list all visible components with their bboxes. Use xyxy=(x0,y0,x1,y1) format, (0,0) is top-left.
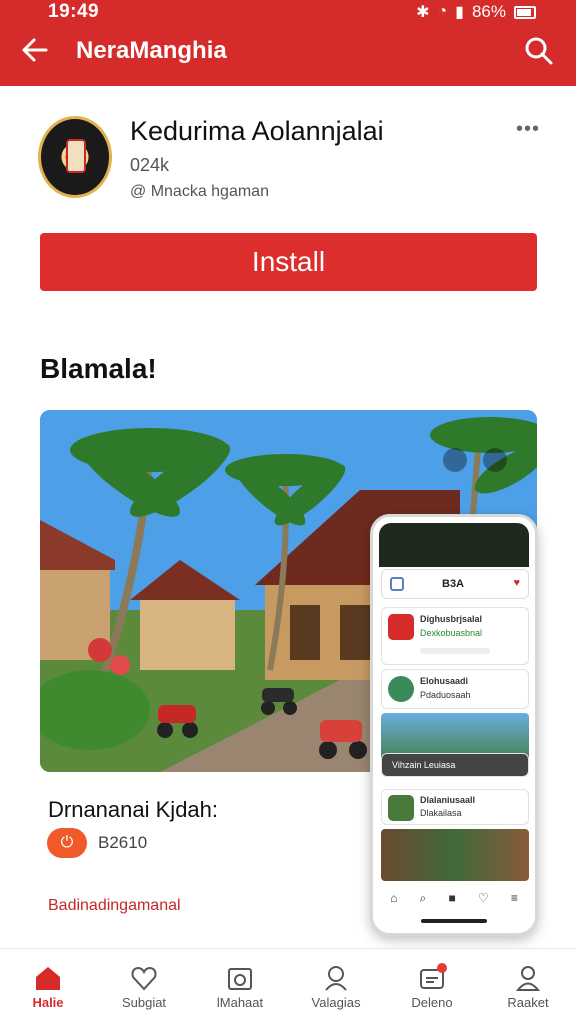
nav-item-raaket[interactable]: Raaket xyxy=(480,949,576,1024)
phone-tab-heart-icon: ♥ xyxy=(513,577,520,589)
phone-bottom-nav: ⌂ ⌕ ■ ♡ ≡ xyxy=(379,883,529,913)
phone-search-icon: ⌕ xyxy=(419,890,427,905)
nav-label: Subgiat xyxy=(121,995,167,1010)
nav-item-valagias[interactable]: Valagias xyxy=(288,949,384,1024)
home-icon xyxy=(36,967,60,990)
phone-list-item: Elohusaadi Pdaduosaah xyxy=(381,669,529,709)
arrow-left-icon xyxy=(22,38,48,62)
phone-home-indicator xyxy=(421,919,487,923)
app-developer[interactable]: @ Mnacka hgaman xyxy=(130,183,269,201)
install-button[interactable]: Install xyxy=(40,233,537,291)
notification-dot xyxy=(436,963,447,973)
phone-preview: B3A ♥ Dighusbrjsalal Dexkobuasbnal Elohu… xyxy=(370,514,538,936)
phone-list-item: Dighusbrjsalal Dexkobuasbnal xyxy=(381,607,529,665)
phone-item-subtitle: Dexkobuasbnal xyxy=(420,628,483,638)
status-icons: ✱ ◔ ▮ 86% xyxy=(416,2,536,22)
phone-list-item: Dlalaniusaall Dlakailasa xyxy=(381,789,529,825)
details-link[interactable]: Badinadingamanal xyxy=(48,897,181,915)
search-icon xyxy=(525,37,553,65)
nav-label: Raaket xyxy=(507,995,549,1010)
phone-item-subtitle: Dlakailasa xyxy=(420,808,462,818)
phone-menu-icon: ≡ xyxy=(510,891,518,905)
app-logo xyxy=(38,116,112,198)
phone-item-title: Vihzain Leuiasa xyxy=(392,760,456,770)
signal-icon: ▮ xyxy=(455,4,464,21)
battery-icon xyxy=(514,5,536,19)
nav-item-home[interactable]: Halie xyxy=(0,949,96,1024)
heart-icon xyxy=(131,966,157,991)
nav-label: Deleno xyxy=(411,995,453,1010)
phone-tab-icon xyxy=(390,577,404,591)
camera-icon xyxy=(228,968,252,990)
more-options-icon[interactable]: ••• xyxy=(516,118,540,141)
details-title: Drnananai Kjdah: xyxy=(48,797,219,822)
phone-list-item: Vihzain Leuiasa xyxy=(381,753,529,777)
phone-item-title: Dighusbrjsalal xyxy=(420,614,483,624)
nav-label: Halie xyxy=(32,995,64,1010)
profile-icon xyxy=(515,966,541,991)
status-time: 19:49 xyxy=(48,1,100,22)
rating-badge-icon: ⏻ xyxy=(47,828,87,858)
phone-square-icon: ■ xyxy=(448,891,456,905)
nav-item-subgiat[interactable]: Subgiat xyxy=(96,949,192,1024)
app-screen: 19:49 ✱ ◔ ▮ 86% NeraManghia Kedurima Aol… xyxy=(0,0,576,1024)
nav-item-mahaat[interactable]: lMahaat xyxy=(192,949,288,1024)
phone-home-icon: ⌂ xyxy=(390,891,398,905)
bottom-navigation: Halie Subgiat lMahaat Valagias Deleno Ra… xyxy=(0,948,576,1024)
status-bar: 19:49 ✱ ◔ ▮ 86% xyxy=(0,0,576,26)
app-bar-title: NeraManghia xyxy=(76,37,227,64)
search-button[interactable] xyxy=(520,32,556,68)
phone-tab-label: B3A xyxy=(442,578,465,590)
phone-item-title: Elohusaadi xyxy=(420,676,469,686)
section-title: Blamala! xyxy=(40,353,157,384)
rating-text: B2610 xyxy=(98,833,148,852)
phone-photo-grid xyxy=(381,829,529,881)
top-app-bar: 19:49 ✱ ◔ ▮ 86% NeraManghia xyxy=(0,0,576,86)
phone-tab-bar: B3A ♥ xyxy=(381,569,529,599)
app-size: 024k xyxy=(130,155,170,175)
back-button[interactable] xyxy=(14,30,54,70)
nav-label: lMahaat xyxy=(216,995,264,1010)
phone-header xyxy=(379,523,529,567)
phone-item-subtitle: Pdaduosaah xyxy=(420,690,471,700)
bluetooth-icon: ✱ xyxy=(416,4,430,21)
nav-label: Valagias xyxy=(311,995,361,1010)
battery-percent: 86% xyxy=(471,2,506,21)
phone-item-title: Dlalaniusaall xyxy=(420,795,476,805)
people-icon xyxy=(325,966,347,991)
wifi-icon: ◔ xyxy=(437,3,448,20)
app-title: Kedurima Aolannjalai xyxy=(130,116,384,146)
phone-heart-icon: ♡ xyxy=(477,891,489,905)
nav-item-deleno[interactable]: Deleno xyxy=(384,949,480,1024)
